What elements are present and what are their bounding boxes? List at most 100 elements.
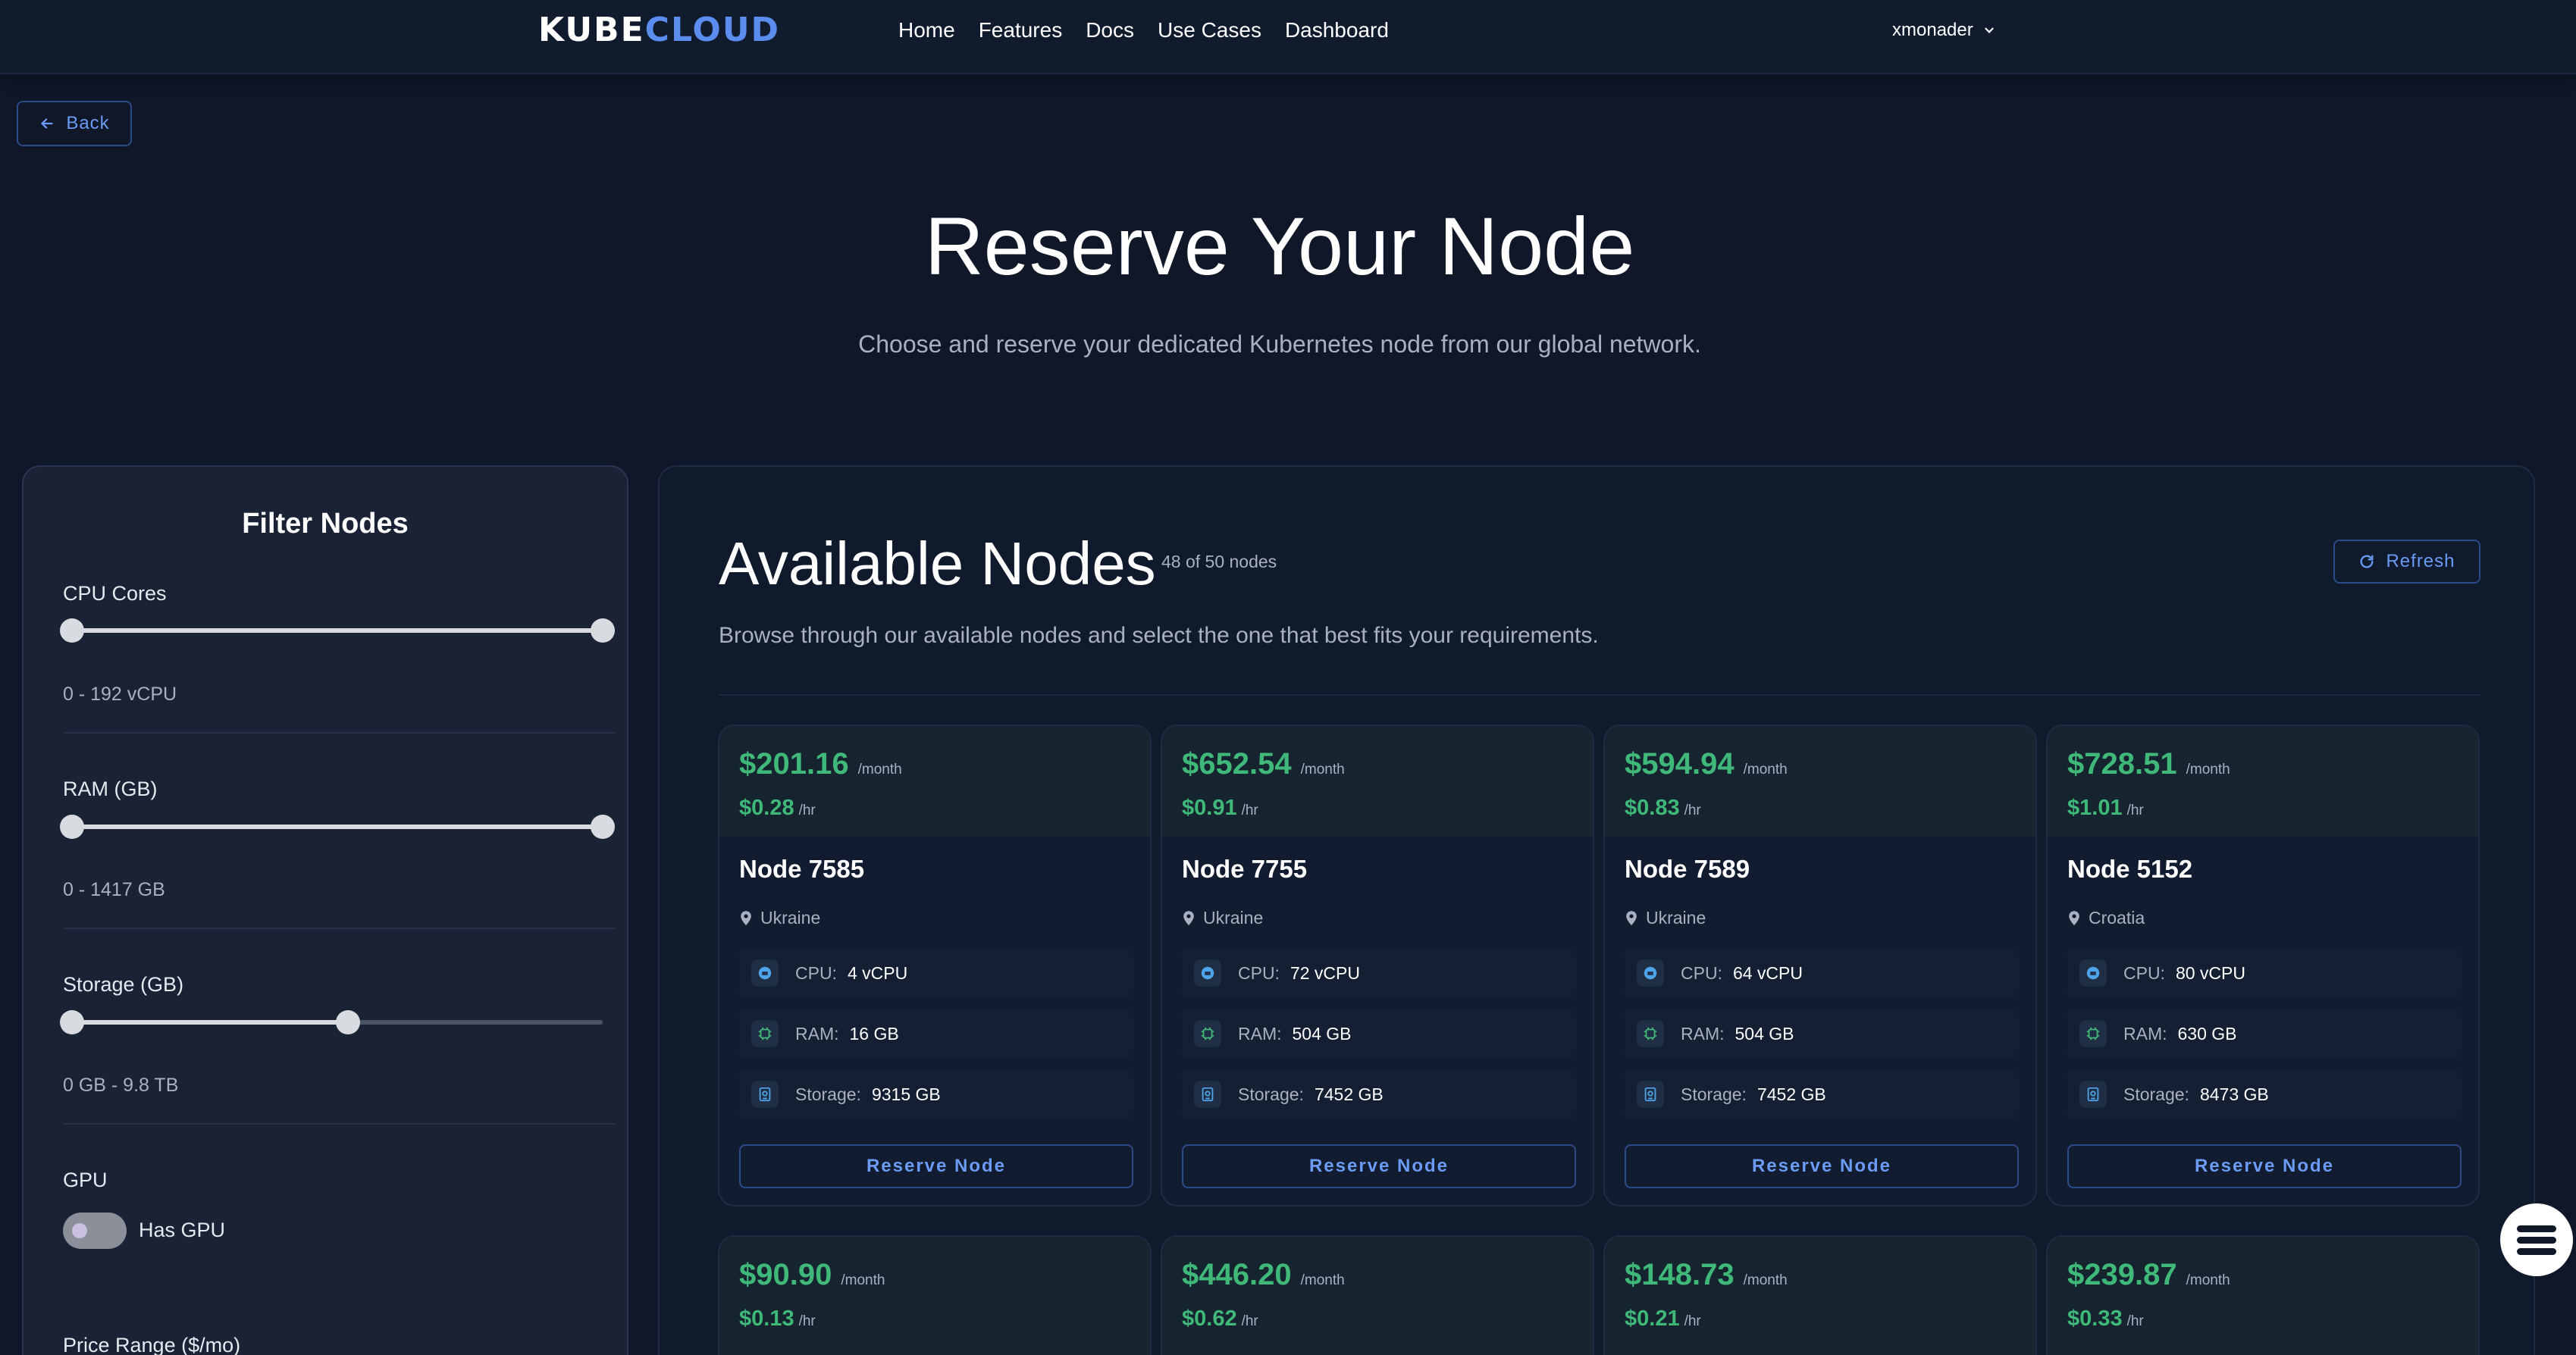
back-button[interactable]: Back <box>17 101 132 146</box>
slider-max-handle[interactable] <box>591 618 615 643</box>
ram-spec: RAM: 504 GB <box>1625 1008 2019 1059</box>
monthly-price-value: $90.90 <box>739 1258 832 1291</box>
nav-link-features[interactable]: Features <box>979 18 1063 42</box>
hourly-price: $0.91/hr <box>1182 796 1258 821</box>
floating-menu-button[interactable] <box>2500 1203 2573 1276</box>
node-card: $652.54/month $0.91/hr Node 7755 Ukraine… <box>1161 724 1594 1206</box>
slider-track-fill <box>72 825 603 829</box>
divider <box>63 928 615 929</box>
ram-value: 630 GB <box>2177 1023 2237 1044</box>
per-hour-unit: /hr <box>2126 803 2144 818</box>
node-name: Node 7589 <box>1625 855 1750 883</box>
ram-value: 504 GB <box>1292 1023 1352 1044</box>
ram-filter-label: RAM (GB) <box>63 778 158 800</box>
refresh-button[interactable]: Refresh <box>2333 540 2480 584</box>
has-gpu-toggle[interactable] <box>63 1213 127 1249</box>
card-price-header: $201.16/month $0.28/hr <box>719 726 1150 837</box>
filter-title: Filter Nodes <box>242 508 409 540</box>
refresh-icon <box>2361 555 2374 568</box>
ram-range-slider[interactable] <box>60 815 615 839</box>
storage-spec: Storage: 9315 GB <box>739 1069 1133 1120</box>
monthly-price: $201.16/month <box>739 747 902 781</box>
arrow-left-icon <box>41 118 53 129</box>
page-title: Reserve Your Node <box>924 200 1635 292</box>
refresh-label: Refresh <box>2386 551 2455 571</box>
reserve-node-button[interactable]: Reserve Node <box>739 1144 1133 1188</box>
nav-link-home[interactable]: Home <box>898 18 955 42</box>
node-card: $594.94/month $0.83/hr Node 7589 Ukraine… <box>1603 724 2037 1206</box>
location-text: Ukraine <box>1203 908 1264 928</box>
ram-spec: RAM: 16 GB <box>739 1008 1133 1059</box>
cpu-value: 80 vCPU <box>2175 962 2245 983</box>
storage-spec: Storage: 7452 GB <box>1182 1069 1576 1120</box>
slider-max-handle[interactable] <box>591 815 615 839</box>
storage-value: 7452 GB <box>1757 1084 1826 1104</box>
nav-links: Home Features Docs Use Cases Dashboard <box>898 18 1389 42</box>
per-hour-unit: /hr <box>798 803 816 818</box>
per-month-unit: /month <box>1300 762 1345 778</box>
page-subtitle: Choose and reserve your dedicated Kubern… <box>858 330 1701 358</box>
monthly-price: $446.20/month <box>1182 1258 1345 1292</box>
cpu-range-slider[interactable] <box>60 618 615 643</box>
storage-range-slider[interactable] <box>60 1010 603 1034</box>
storage-value: 8473 GB <box>2199 1084 2269 1104</box>
node-card: $148.73/month $0.21/hr <box>1603 1235 2037 1355</box>
hourly-price-value: $0.21 <box>1625 1306 1680 1331</box>
monthly-price: $239.87/month <box>2067 1258 2230 1292</box>
ram-label: RAM: <box>1238 1023 1282 1044</box>
per-month-unit: /month <box>2186 1272 2230 1288</box>
per-hour-unit: /hr <box>1241 803 1258 818</box>
monthly-price-value: $652.54 <box>1182 747 1292 781</box>
node-location: Ukraine <box>1182 908 1263 928</box>
chevron-down-icon <box>1985 27 1994 33</box>
cpu-spec: CPU: 4 vCPU <box>739 947 1133 999</box>
per-hour-unit: /hr <box>1684 1313 1701 1329</box>
monthly-price-value: $201.16 <box>739 747 849 781</box>
hourly-price: $0.62/hr <box>1182 1306 1258 1332</box>
cpu-spec: CPU: 80 vCPU <box>2067 947 2462 999</box>
monthly-price: $148.73/month <box>1625 1258 1788 1292</box>
hourly-price: $0.83/hr <box>1625 796 1701 821</box>
per-hour-unit: /hr <box>2126 1313 2144 1329</box>
monthly-price: $90.90/month <box>739 1258 885 1292</box>
hourly-price: $0.13/hr <box>739 1306 816 1332</box>
reserve-node-button[interactable]: Reserve Node <box>1182 1144 1576 1188</box>
node-name: Node 7585 <box>739 855 865 883</box>
per-hour-unit: /hr <box>798 1313 816 1329</box>
nav-link-dashboard[interactable]: Dashboard <box>1285 18 1389 42</box>
card-price-header: $148.73/month $0.21/hr <box>1605 1237 2035 1355</box>
nav-link-use-cases[interactable]: Use Cases <box>1158 18 1261 42</box>
storage-drive-icon <box>751 1081 779 1108</box>
slider-min-handle[interactable] <box>60 1010 84 1034</box>
slider-max-handle[interactable] <box>336 1010 360 1034</box>
reserve-node-button[interactable]: Reserve Node <box>2067 1144 2462 1188</box>
cpu-value: 4 vCPU <box>847 962 908 983</box>
nav-link-docs[interactable]: Docs <box>1086 18 1134 42</box>
monthly-price-value: $148.73 <box>1625 1258 1735 1291</box>
hourly-price: $0.33/hr <box>2067 1306 2144 1332</box>
top-navbar: KUBECLOUD Home Features Docs Use Cases D… <box>0 0 2576 74</box>
ram-value: 16 GB <box>849 1023 899 1044</box>
per-month-unit: /month <box>2186 762 2230 778</box>
cpu-value: 72 vCPU <box>1290 962 1360 983</box>
storage-value: 9315 GB <box>871 1084 941 1104</box>
node-card: $239.87/month $0.33/hr <box>2046 1235 2480 1355</box>
ram-spec: RAM: 630 GB <box>2067 1008 2462 1059</box>
price-range-label: Price Range ($/mo) <box>63 1334 241 1355</box>
reserve-node-button[interactable]: Reserve Node <box>1625 1144 2019 1188</box>
monthly-price-value: $446.20 <box>1182 1258 1292 1291</box>
map-pin-icon <box>2069 910 2079 925</box>
hourly-price-value: $0.91 <box>1182 796 1237 820</box>
location-text: Ukraine <box>1646 908 1706 928</box>
monthly-price: $652.54/month <box>1182 747 1345 781</box>
kubecloud-logo[interactable]: KUBECLOUD <box>538 11 780 49</box>
per-month-unit: /month <box>1743 762 1788 778</box>
cpu-icon <box>2079 959 2107 987</box>
ram-range-value: 0 - 1417 GB <box>63 879 165 900</box>
ram-value: 504 GB <box>1735 1023 1794 1044</box>
slider-min-handle[interactable] <box>60 618 84 643</box>
slider-min-handle[interactable] <box>60 815 84 839</box>
menu-lines-icon <box>2517 1225 2556 1255</box>
user-menu[interactable]: xmonader <box>1892 20 1996 41</box>
memory-chip-icon <box>2079 1020 2107 1047</box>
